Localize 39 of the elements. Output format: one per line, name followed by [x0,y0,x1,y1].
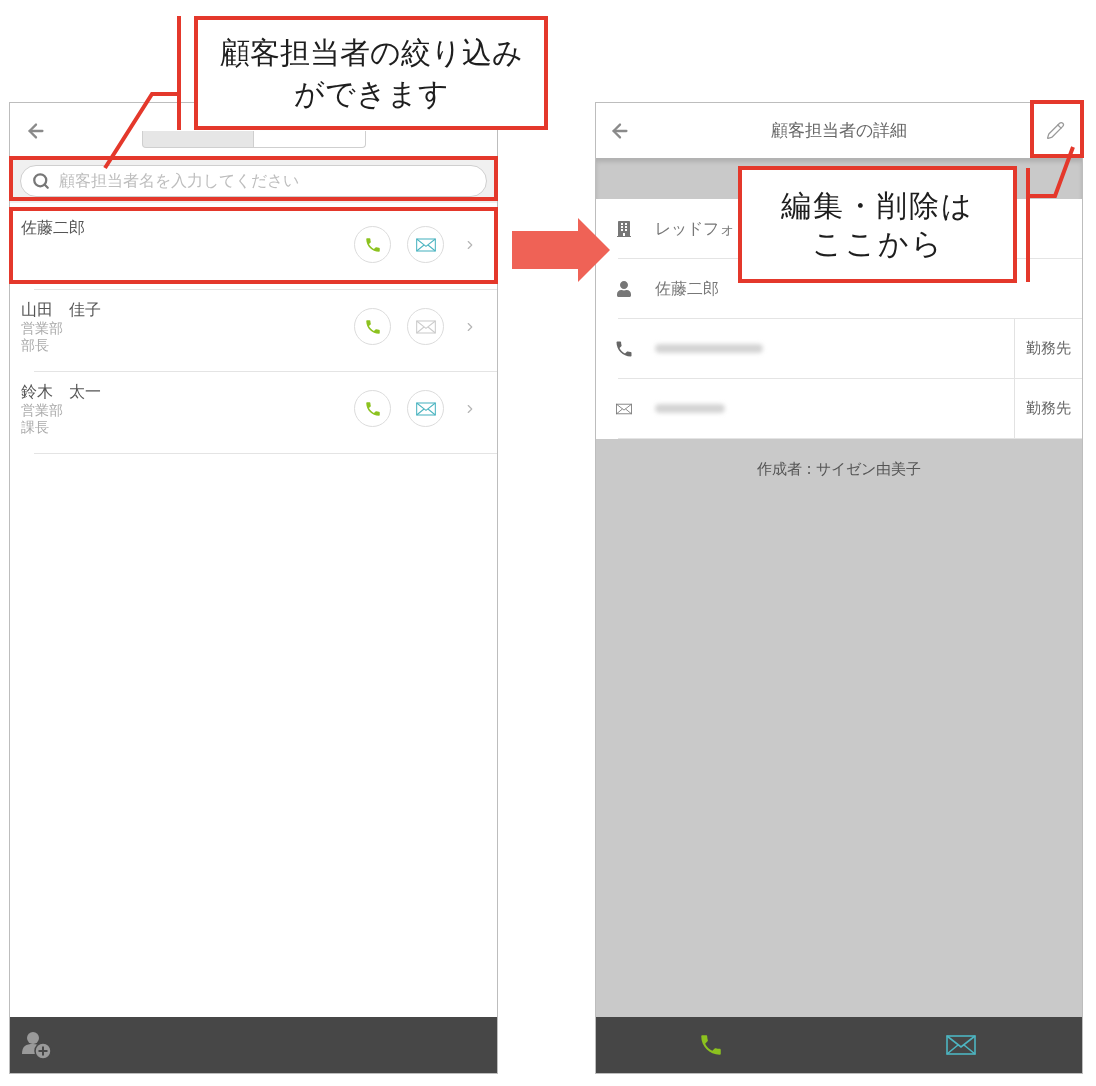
search-field[interactable]: 顧客担当者名を入力してください [20,164,487,197]
phone-icon [363,399,382,418]
screen-title: 顧客担当者の詳細 [771,118,907,142]
contact-name: 山田 佳子 [21,300,101,320]
phone-icon [363,235,382,254]
creator-label: 作成者 : サイゼン由美子 [756,459,922,479]
envelope-icon [945,1035,976,1055]
mail-button[interactable] [407,226,444,263]
add-contact-button[interactable] [22,1030,52,1060]
phone-icon [363,317,382,336]
person-icon [616,280,632,297]
type-label: 勤務先 [1026,398,1071,420]
pencil-icon [1045,121,1065,140]
segment-tab[interactable] [253,131,366,148]
search-icon [32,171,50,190]
contact-detail: 営業部 [21,320,63,337]
envelope-icon [415,237,436,252]
add-person-icon [22,1030,52,1060]
mail-button[interactable] [407,390,444,427]
building-icon [616,220,632,237]
segment-tab[interactable] [141,131,254,148]
highlight-frame [1030,100,1084,158]
mail-button[interactable] [944,1033,977,1057]
envelope-icon [616,402,632,415]
company-name: レッドフォ [655,217,735,240]
call-button[interactable] [354,308,391,345]
callout-text: 顧客担当者の絞り込み ができます [219,34,523,113]
contact-detail: 課長 [21,419,49,436]
envelope-icon [415,401,436,416]
call-button[interactable] [354,390,391,427]
contact-name: 佐藤二郎 [655,277,719,300]
contact-name: 佐藤二郎 [21,218,85,238]
type-label: 勤務先 [1026,338,1071,360]
callout-text: 編集・削除は ここから [781,186,974,263]
contact-detail: 部長 [21,337,49,354]
envelope-icon [415,319,436,334]
contact-detail: 営業部 [21,402,63,419]
contact-name: 鈴木 太一 [21,382,101,402]
call-button[interactable] [354,226,391,263]
